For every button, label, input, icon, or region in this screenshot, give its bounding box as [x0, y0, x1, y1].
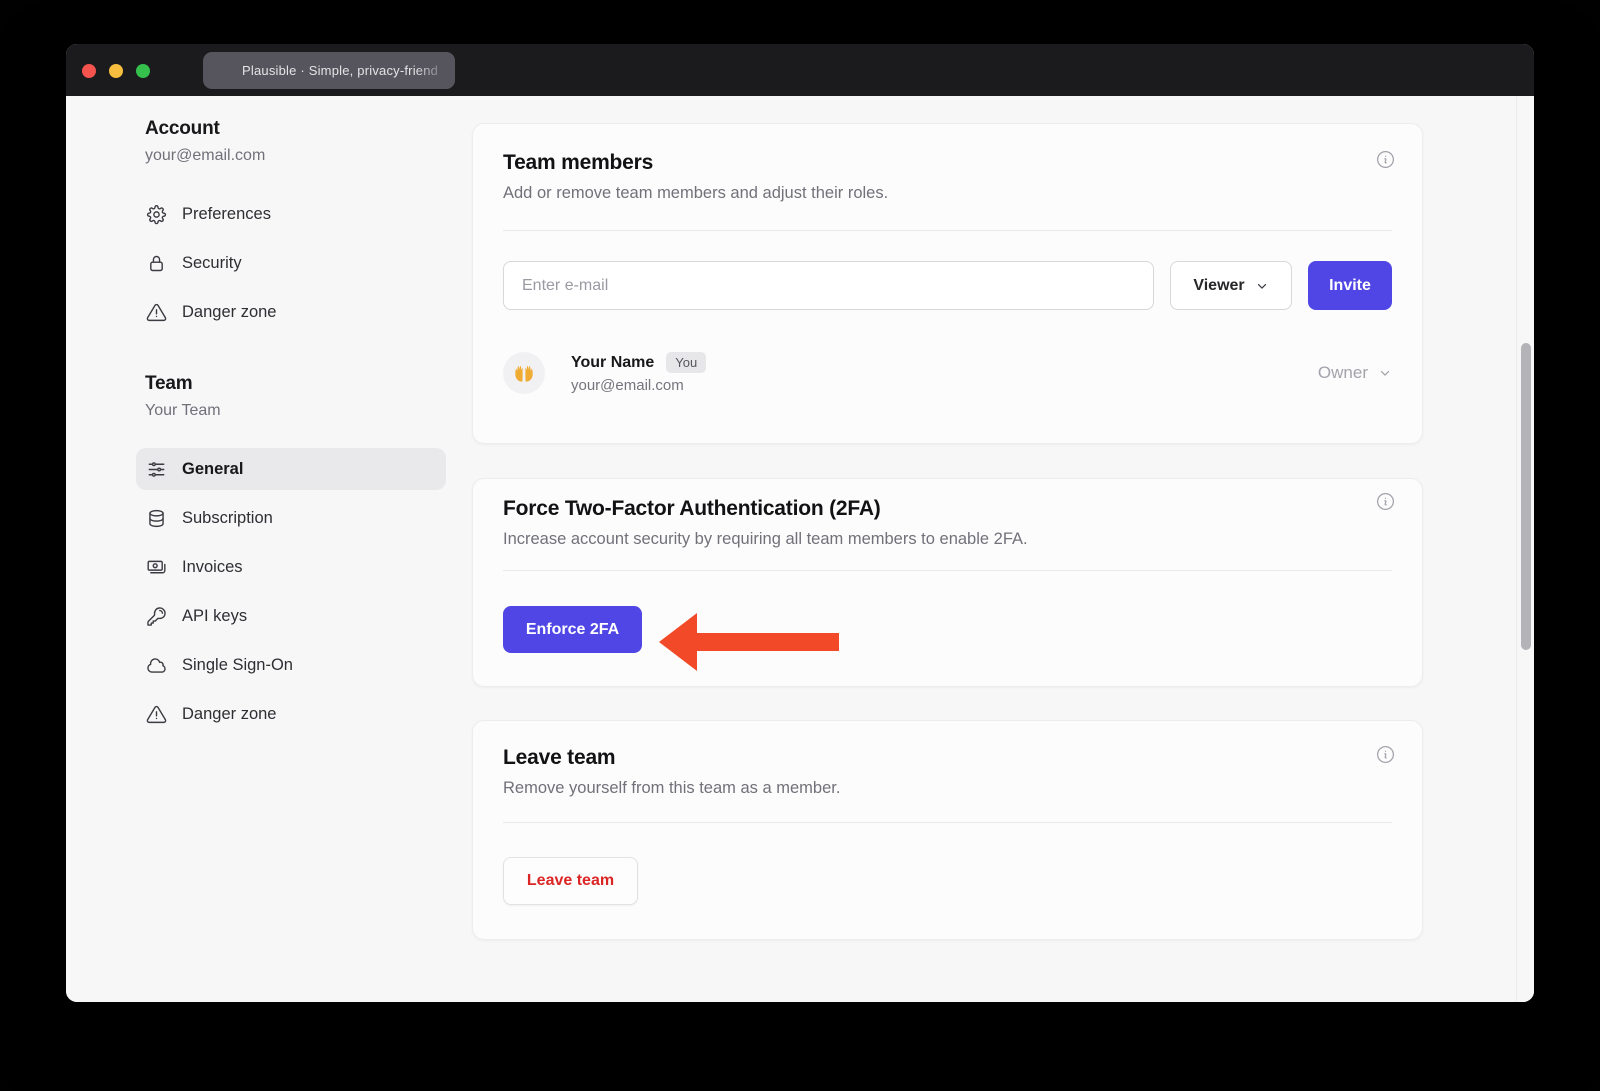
role-select[interactable]: Viewer — [1170, 261, 1292, 310]
chevron-down-icon — [1255, 279, 1269, 293]
info-icon[interactable] — [1375, 491, 1396, 512]
sidebar-item-invoices[interactable]: Invoices — [136, 546, 446, 588]
you-badge: You — [666, 352, 706, 373]
account-nav: Preferences Security Danger zone — [136, 193, 446, 333]
sidebar-item-label: General — [182, 460, 243, 479]
banknote-icon — [146, 557, 167, 578]
team-members-card: Team members Add or remove team members … — [472, 123, 1423, 444]
tab-title: Plausible · Simple, privacy-friend — [242, 63, 438, 78]
sidebar-item-team-danger-zone[interactable]: Danger zone — [136, 693, 446, 735]
card-title: Force Two-Factor Authentication (2FA) — [503, 497, 1392, 521]
avatar — [503, 352, 545, 394]
force-2fa-card: Force Two-Factor Authentication (2FA) In… — [472, 478, 1423, 687]
member-role-select[interactable]: Owner — [1318, 363, 1392, 383]
invite-button[interactable]: Invite — [1308, 261, 1392, 310]
card-subtitle: Remove yourself from this team as a memb… — [503, 779, 1392, 798]
sidebar-item-label: API keys — [182, 607, 247, 626]
sidebar-account-email: your@email.com — [136, 147, 446, 165]
sidebar-item-label: Single Sign-On — [182, 656, 293, 675]
chevron-down-icon — [1378, 366, 1392, 380]
settings-sidebar: Account your@email.com Preferences Secur… — [136, 118, 446, 742]
sidebar-item-account-danger-zone[interactable]: Danger zone — [136, 291, 446, 333]
key-icon — [146, 606, 167, 627]
warning-icon — [146, 302, 167, 323]
sidebar-section-team-title: Team — [136, 373, 446, 395]
member-row: Your Name You your@email.com Owner — [503, 352, 1392, 394]
zoom-window-button[interactable] — [136, 64, 150, 78]
leave-team-card: Leave team Remove yourself from this tea… — [472, 720, 1423, 940]
database-icon — [146, 508, 167, 529]
plausible-favicon-icon — [215, 62, 233, 80]
invite-email-input[interactable] — [503, 261, 1154, 310]
sidebar-item-subscription[interactable]: Subscription — [136, 497, 446, 539]
card-subtitle: Add or remove team members and adjust th… — [503, 184, 1392, 203]
member-info: Your Name You your@email.com — [571, 352, 706, 394]
leave-team-button[interactable]: Leave team — [503, 857, 638, 905]
divider — [503, 230, 1392, 231]
open-hands-emoji-icon — [511, 360, 537, 386]
divider — [503, 822, 1392, 823]
cloud-icon — [146, 655, 167, 676]
info-icon[interactable] — [1375, 744, 1396, 765]
sidebar-item-label: Danger zone — [182, 303, 276, 322]
lock-icon — [146, 253, 167, 274]
titlebar: Plausible · Simple, privacy-friend — [66, 44, 1534, 96]
gear-icon — [146, 204, 167, 225]
member-role-value: Owner — [1318, 363, 1368, 383]
invite-row: Viewer Invite — [503, 261, 1392, 310]
sidebar-item-label: Preferences — [182, 205, 271, 224]
sidebar-team-name: Your Team — [136, 402, 446, 420]
role-select-value: Viewer — [1193, 277, 1244, 295]
sidebar-item-label: Security — [182, 254, 242, 273]
sidebar-item-label: Invoices — [182, 558, 243, 577]
sidebar-item-security[interactable]: Security — [136, 242, 446, 284]
sidebar-item-preferences[interactable]: Preferences — [136, 193, 446, 235]
card-subtitle: Increase account security by requiring a… — [503, 530, 1392, 549]
scrollbar-track[interactable] — [1516, 96, 1534, 1002]
sidebar-item-label: Danger zone — [182, 705, 276, 724]
browser-window: Plausible · Simple, privacy-friend Accou… — [66, 44, 1534, 1002]
sidebar-item-label: Subscription — [182, 509, 273, 528]
warning-icon — [146, 704, 167, 725]
sliders-icon — [146, 459, 167, 480]
traffic-lights — [82, 64, 150, 78]
page-content: Account your@email.com Preferences Secur… — [66, 96, 1534, 1002]
sidebar-item-single-sign-on[interactable]: Single Sign-On — [136, 644, 446, 686]
card-title: Team members — [503, 151, 1392, 175]
sidebar-item-api-keys[interactable]: API keys — [136, 595, 446, 637]
member-name: Your Name — [571, 354, 654, 372]
info-icon[interactable] — [1375, 149, 1396, 170]
divider — [503, 570, 1392, 571]
member-email: your@email.com — [571, 377, 706, 394]
scrollbar-thumb[interactable] — [1521, 343, 1531, 650]
card-title: Leave team — [503, 746, 1392, 770]
close-window-button[interactable] — [82, 64, 96, 78]
enforce-2fa-button[interactable]: Enforce 2FA — [503, 606, 642, 653]
red-annotation-arrow — [659, 613, 839, 671]
minimize-window-button[interactable] — [109, 64, 123, 78]
sidebar-item-general[interactable]: General — [136, 448, 446, 490]
browser-tab[interactable]: Plausible · Simple, privacy-friend — [203, 52, 455, 89]
sidebar-section-account-title: Account — [136, 118, 446, 140]
team-nav: General Subscription Invoices API keys S… — [136, 448, 446, 735]
